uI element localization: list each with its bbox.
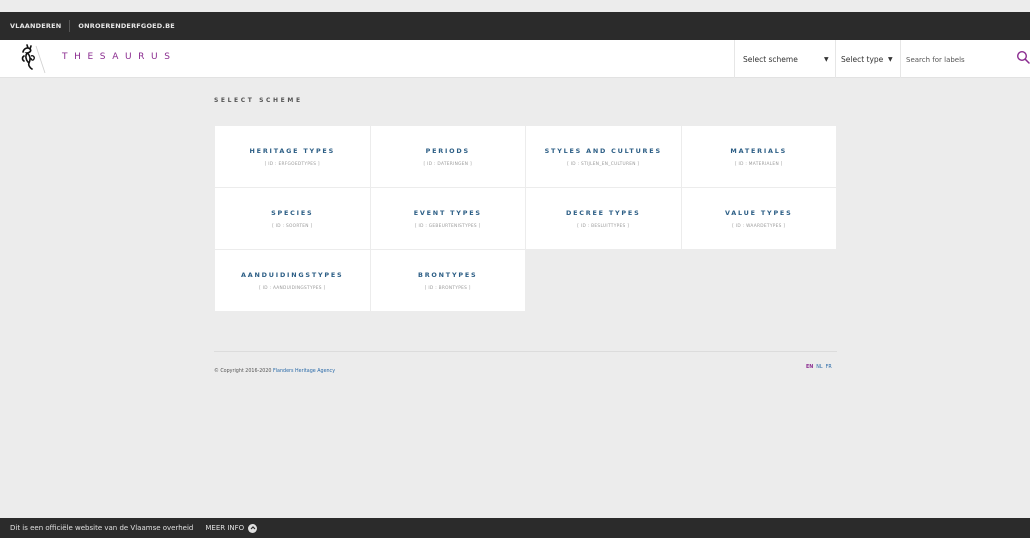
scheme-title: VALUE TYPES [724, 208, 793, 217]
chevron-down-icon: ▼ [888, 55, 893, 63]
scheme-select[interactable]: Select scheme ▼ [734, 40, 835, 78]
scheme-title: AANDUIDINGSTYPES [241, 270, 344, 279]
language-en[interactable]: EN [806, 365, 813, 370]
copyright-text: © Copyright 2016-2020 [214, 369, 272, 374]
government-notice: Dit is een officiële website van de Vlaa… [10, 524, 194, 532]
more-info-button[interactable]: MEER INFO [205, 523, 258, 533]
scheme-id: [ ID : STIJLEN_EN_CULTUREN ] [567, 161, 640, 167]
type-select-label: Select type [841, 54, 884, 64]
chevron-up-icon [248, 523, 258, 533]
footer-divider [214, 351, 837, 352]
search-input[interactable] [906, 53, 1006, 67]
scheme-card-decree-types[interactable]: DECREE TYPES [ ID : BESLUITTYPES ] [526, 188, 682, 250]
type-select[interactable]: Select type ▼ [835, 40, 899, 78]
scheme-card-periods[interactable]: PERIODS [ ID : DATERINGEN ] [370, 126, 526, 188]
scheme-title: EVENT TYPES [413, 208, 482, 217]
scheme-title: PERIODS [425, 146, 470, 155]
scheme-select-label: Select scheme [743, 54, 798, 64]
scheme-card-value-types[interactable]: VALUE TYPES [ ID : WAARDETYPES ] [681, 188, 837, 250]
scheme-id: [ ID : WAARDETYPES ] [732, 223, 786, 229]
search-box [900, 40, 1030, 78]
scheme-title: BRONTYPES [418, 270, 478, 279]
vlaanderen-link[interactable]: VLAANDEREN [10, 22, 61, 30]
scheme-title: HERITAGE TYPES [249, 146, 335, 155]
scheme-title: MATERIALS [730, 146, 788, 155]
scheme-id: [ ID : AANDUIDINGSTYPES ] [259, 285, 326, 291]
scheme-id: [ ID : MATERIALEN ] [734, 161, 783, 167]
scheme-id: [ ID : GEBEURTENISTYPES ] [414, 223, 481, 229]
copyright: © Copyright 2016-2020 Flanders Heritage … [214, 369, 335, 374]
scheme-card-brontypes[interactable]: BRONTYPES [ ID : BRONTYPES ] [370, 250, 526, 312]
flanders-heritage-agency-link[interactable]: Flanders Heritage Agency [273, 369, 335, 374]
brand-title[interactable]: THESAURUS [62, 52, 177, 62]
scheme-id: [ ID : DATERINGEN ] [423, 161, 472, 167]
scheme-card-aanduidingstypes[interactable]: AANDUIDINGSTYPES [ ID : AANDUIDINGSTYPES… [215, 250, 371, 312]
scheme-id: [ ID : BESLUITTYPES ] [577, 223, 630, 229]
more-info-label: MEER INFO [205, 524, 245, 532]
scheme-id: [ ID : BRONTYPES ] [424, 285, 471, 291]
section-title: SELECT SCHEME [214, 97, 303, 104]
scheme-card-heritage-types[interactable]: HERITAGE TYPES [ ID : ERFGOEDTYPES ] [215, 126, 371, 188]
search-icon[interactable] [1016, 50, 1030, 64]
scheme-id: [ ID : SOORTEN ] [272, 223, 313, 229]
scheme-card-event-types[interactable]: EVENT TYPES [ ID : GEBEURTENISTYPES ] [370, 188, 526, 250]
top-bar: VLAANDEREN ONROERENDERFGOED.BE [0, 12, 1030, 40]
language-fr[interactable]: FR [826, 365, 832, 370]
flemish-lion-logo-icon[interactable] [18, 44, 46, 74]
scheme-title: STYLES AND CULTURES [544, 146, 662, 155]
chevron-down-icon: ▼ [824, 55, 829, 63]
scheme-card-styles-and-cultures[interactable]: STYLES AND CULTURES [ ID : STIJLEN_EN_CU… [526, 126, 682, 188]
scheme-title: DECREE TYPES [566, 208, 641, 217]
scheme-id: [ ID : ERFGOEDTYPES ] [264, 161, 320, 167]
scheme-card-materials[interactable]: MATERIALS [ ID : MATERIALEN ] [681, 126, 837, 188]
onroerenderfgoed-link[interactable]: ONROERENDERFGOED.BE [78, 22, 174, 30]
language-nl[interactable]: NL [816, 365, 822, 370]
language-switcher: EN NL FR [806, 365, 832, 370]
government-bar: Dit is een officiële website van de Vlaa… [0, 518, 1030, 538]
header: THESAURUS Select scheme ▼ Select type ▼ [0, 40, 1030, 78]
scheme-card-species[interactable]: SPECIES [ ID : SOORTEN ] [215, 188, 371, 250]
scheme-title: SPECIES [271, 208, 314, 217]
top-bar-divider [69, 20, 71, 32]
scheme-grid: HERITAGE TYPES [ ID : ERFGOEDTYPES ] PER… [215, 126, 837, 312]
